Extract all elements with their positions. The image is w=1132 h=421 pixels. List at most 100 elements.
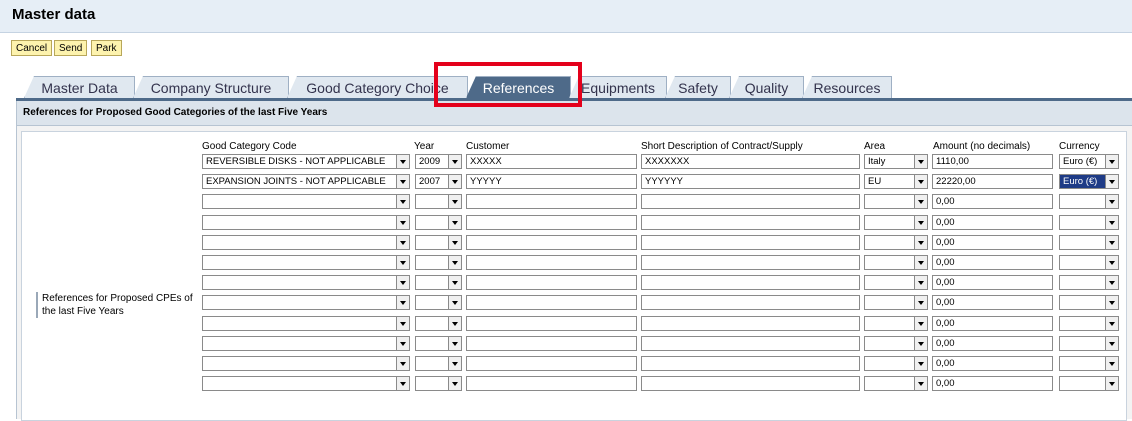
category-select[interactable] — [202, 234, 410, 250]
dropdown-arrow-icon[interactable] — [448, 357, 461, 370]
currency-select[interactable] — [1059, 214, 1119, 230]
year-select[interactable] — [415, 214, 462, 230]
dropdown-arrow-icon[interactable] — [914, 256, 927, 269]
year-select[interactable] — [415, 255, 462, 270]
customer-input[interactable] — [466, 356, 637, 371]
dropdown-arrow-icon[interactable] — [1105, 215, 1118, 229]
customer-input[interactable] — [466, 295, 637, 311]
category-select[interactable] — [202, 335, 410, 351]
dropdown-arrow-icon[interactable] — [1105, 357, 1118, 370]
area-select[interactable] — [864, 356, 928, 371]
dropdown-arrow-icon[interactable] — [448, 235, 461, 249]
tab-company-structure[interactable]: Company Structure — [133, 76, 289, 98]
dropdown-arrow-icon[interactable] — [914, 296, 927, 310]
area-select[interactable] — [864, 234, 928, 250]
category-select[interactable] — [202, 376, 410, 392]
amount-input[interactable]: 0,00 — [932, 194, 1053, 210]
dropdown-arrow-icon[interactable] — [914, 235, 927, 249]
currency-select[interactable] — [1059, 295, 1119, 311]
customer-input[interactable] — [466, 335, 637, 351]
area-select[interactable] — [864, 194, 928, 210]
description-input[interactable] — [641, 335, 860, 351]
dropdown-arrow-icon[interactable] — [914, 316, 927, 330]
customer-input[interactable] — [466, 315, 637, 331]
amount-input[interactable]: 0,00 — [932, 376, 1053, 392]
description-input[interactable] — [641, 214, 860, 230]
dropdown-arrow-icon[interactable] — [396, 276, 409, 290]
currency-select[interactable]: Euro (€) — [1059, 154, 1119, 169]
currency-select[interactable] — [1059, 234, 1119, 250]
category-select[interactable] — [202, 295, 410, 311]
dropdown-arrow-icon[interactable] — [396, 316, 409, 330]
area-select[interactable] — [864, 376, 928, 392]
description-input[interactable] — [641, 194, 860, 210]
dropdown-arrow-icon[interactable] — [1105, 235, 1118, 249]
area-select[interactable] — [864, 295, 928, 311]
year-select[interactable] — [415, 335, 462, 351]
area-select[interactable] — [864, 214, 928, 230]
category-select[interactable] — [202, 315, 410, 331]
customer-input[interactable] — [466, 275, 637, 291]
dropdown-arrow-icon[interactable] — [914, 195, 927, 209]
dropdown-arrow-icon[interactable] — [1105, 377, 1118, 391]
description-input[interactable]: YYYYYY — [641, 174, 860, 190]
area-select[interactable] — [864, 335, 928, 351]
description-input[interactable] — [641, 376, 860, 392]
dropdown-arrow-icon[interactable] — [914, 215, 927, 229]
dropdown-arrow-icon[interactable] — [914, 155, 927, 168]
description-input[interactable] — [641, 275, 860, 291]
send-button[interactable]: Send — [54, 40, 88, 56]
currency-select[interactable] — [1059, 194, 1119, 210]
dropdown-arrow-icon[interactable] — [1105, 195, 1118, 209]
category-select[interactable] — [202, 275, 410, 291]
category-select[interactable]: EXPANSION JOINTS - NOT APPLICABLE — [202, 174, 410, 190]
dropdown-arrow-icon[interactable] — [914, 336, 927, 350]
category-select[interactable]: REVERSIBLE DISKS - NOT APPLICABLE — [202, 154, 410, 169]
amount-input[interactable]: 0,00 — [932, 234, 1053, 250]
dropdown-arrow-icon[interactable] — [396, 357, 409, 370]
tab-resources[interactable]: Resources — [802, 76, 892, 98]
dropdown-arrow-icon[interactable] — [396, 215, 409, 229]
dropdown-arrow-icon[interactable] — [448, 155, 461, 168]
dropdown-arrow-icon[interactable] — [448, 175, 461, 189]
dropdown-arrow-icon[interactable] — [1105, 296, 1118, 310]
description-input[interactable] — [641, 295, 860, 311]
description-input[interactable] — [641, 255, 860, 270]
dropdown-arrow-icon[interactable] — [914, 276, 927, 290]
dropdown-arrow-icon[interactable] — [1105, 316, 1118, 330]
dropdown-arrow-icon[interactable] — [448, 316, 461, 330]
dropdown-arrow-icon[interactable] — [396, 195, 409, 209]
dropdown-arrow-icon[interactable] — [914, 175, 927, 189]
dropdown-arrow-icon[interactable] — [1105, 336, 1118, 350]
category-select[interactable] — [202, 214, 410, 230]
category-select[interactable] — [202, 194, 410, 210]
dropdown-arrow-icon[interactable] — [396, 235, 409, 249]
customer-input[interactable] — [466, 255, 637, 270]
year-select[interactable]: 2007 — [415, 174, 462, 190]
currency-select[interactable] — [1059, 255, 1119, 270]
year-select[interactable] — [415, 234, 462, 250]
dropdown-arrow-icon[interactable] — [448, 336, 461, 350]
dropdown-arrow-icon[interactable] — [448, 276, 461, 290]
area-select[interactable]: EU — [864, 174, 928, 190]
dropdown-arrow-icon[interactable] — [448, 377, 461, 391]
dropdown-arrow-icon[interactable] — [448, 296, 461, 310]
area-select[interactable] — [864, 315, 928, 331]
description-input[interactable] — [641, 315, 860, 331]
amount-input[interactable]: 0,00 — [932, 315, 1053, 331]
dropdown-arrow-icon[interactable] — [1105, 175, 1118, 189]
dropdown-arrow-icon[interactable] — [1105, 256, 1118, 269]
year-select[interactable] — [415, 194, 462, 210]
category-select[interactable] — [202, 255, 410, 270]
dropdown-arrow-icon[interactable] — [448, 215, 461, 229]
amount-input[interactable]: 0,00 — [932, 214, 1053, 230]
currency-select[interactable]: Euro (€) — [1059, 174, 1119, 190]
area-select[interactable] — [864, 275, 928, 291]
year-select[interactable] — [415, 295, 462, 311]
customer-input[interactable]: XXXXX — [466, 154, 637, 169]
currency-select[interactable] — [1059, 315, 1119, 331]
dropdown-arrow-icon[interactable] — [914, 357, 927, 370]
tab-master-data[interactable]: Master Data — [24, 76, 135, 98]
currency-select[interactable] — [1059, 376, 1119, 392]
dropdown-arrow-icon[interactable] — [396, 175, 409, 189]
